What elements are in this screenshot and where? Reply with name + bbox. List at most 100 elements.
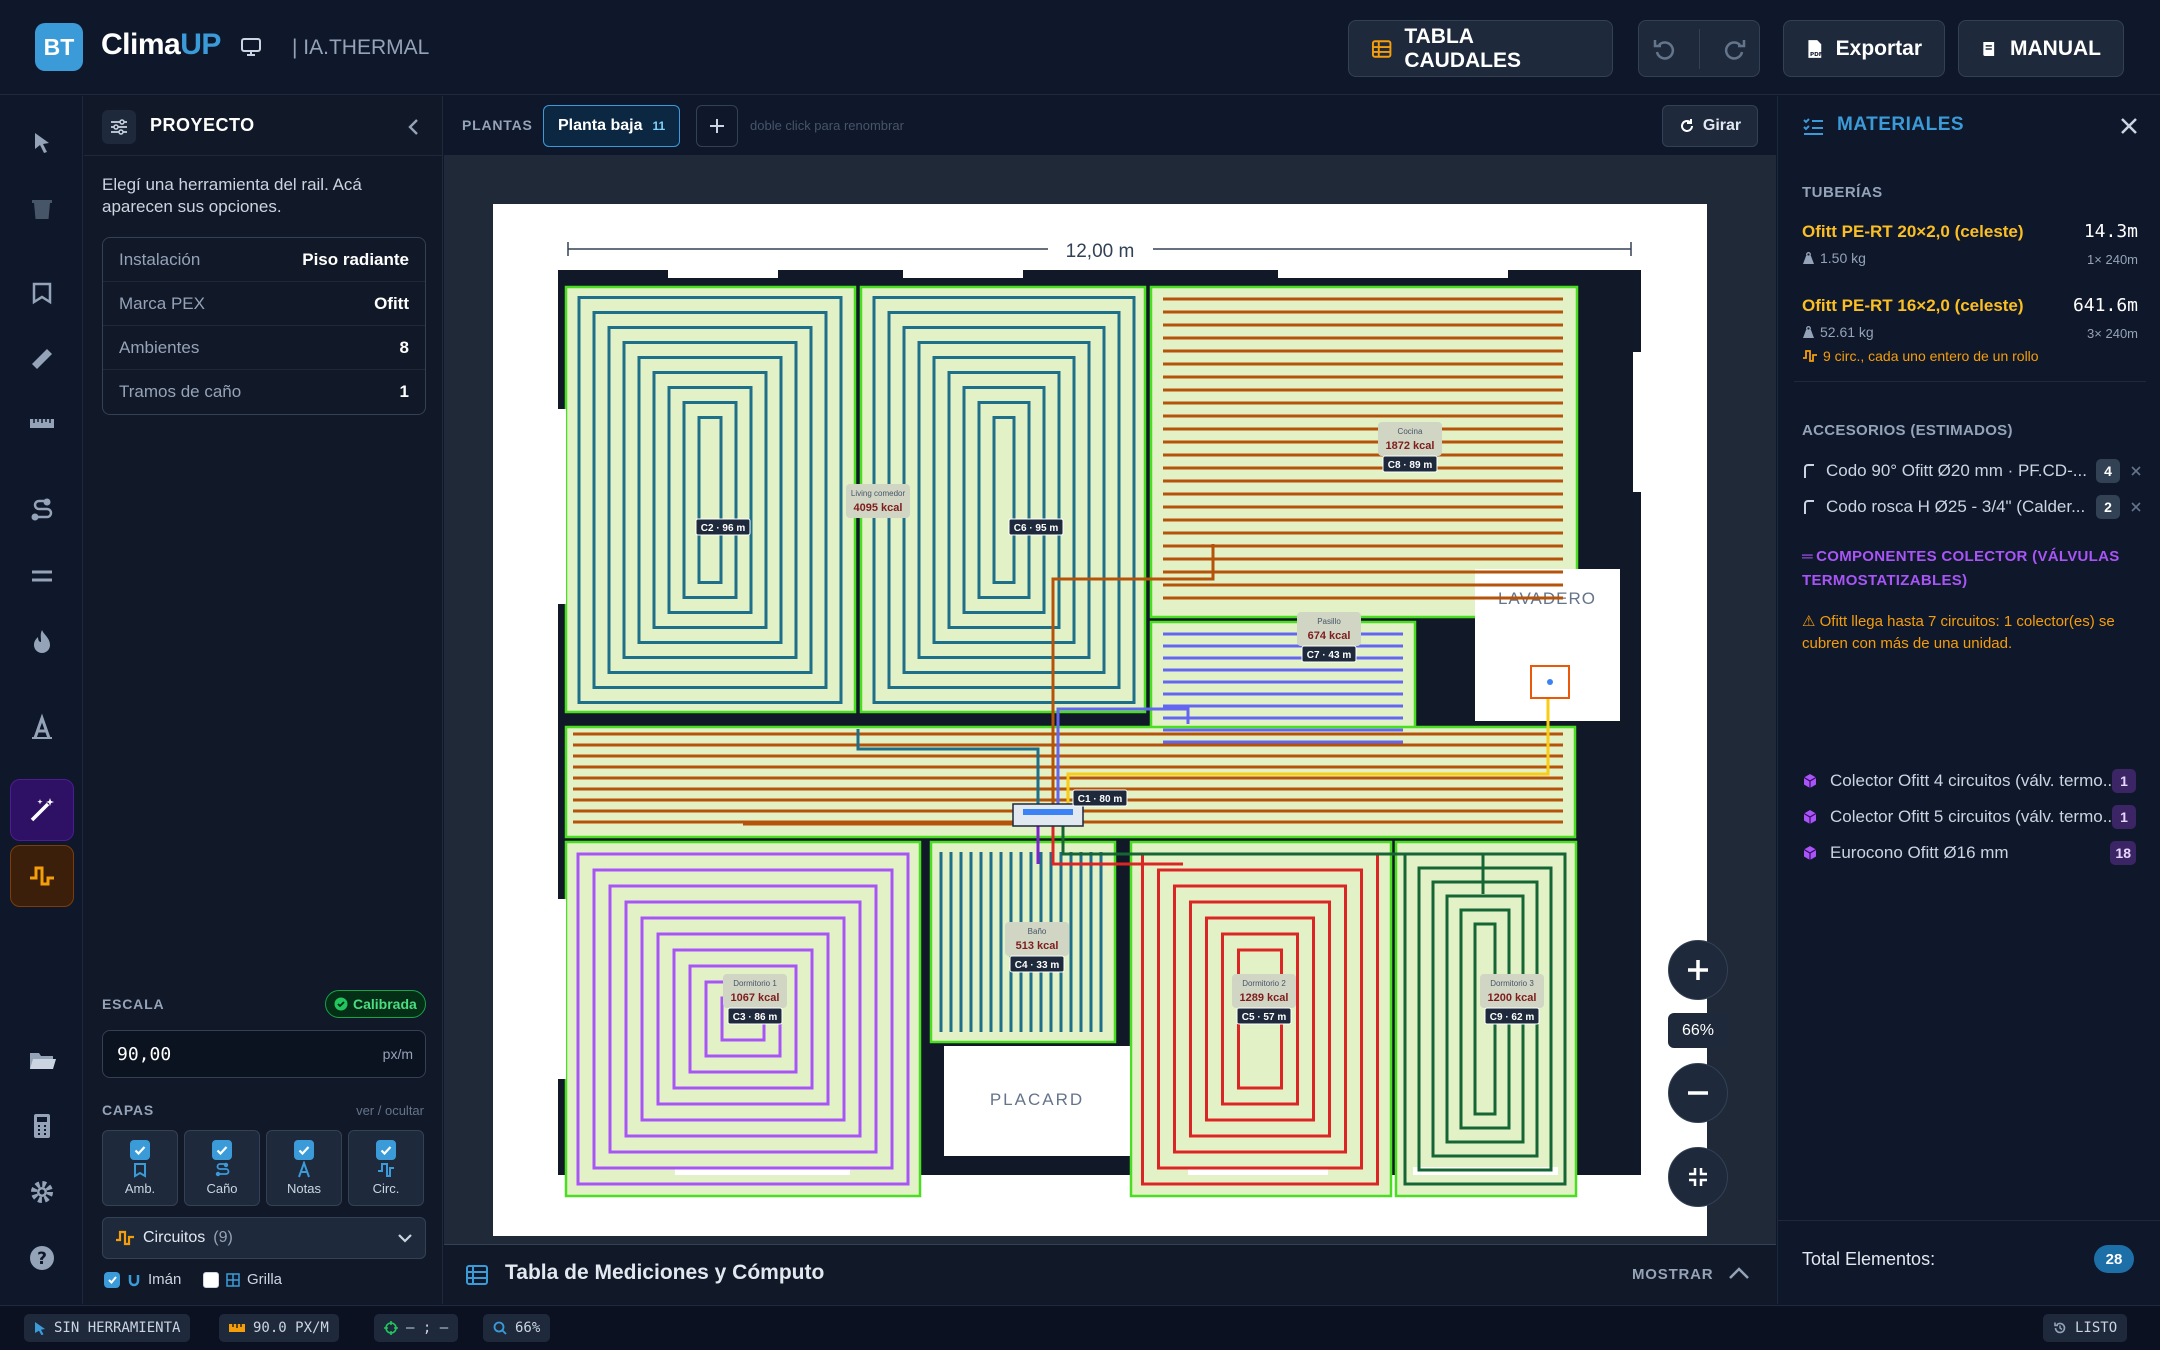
status-zoom: 66% bbox=[483, 1314, 551, 1342]
iman-checkbox[interactable] bbox=[104, 1271, 120, 1288]
room-label[interactable]: Dormitorio 2 1289 kcal C5 · 57 m bbox=[1232, 974, 1296, 1025]
escala-value: 90,00 bbox=[117, 1044, 172, 1065]
logo-text-a: Clima bbox=[101, 28, 181, 61]
pipe-route-tool-button[interactable] bbox=[10, 479, 74, 541]
girar-button[interactable]: Girar bbox=[1662, 105, 1758, 147]
componente-item[interactable]: Eurocono Ofitt Ø16 mm 18 bbox=[1802, 838, 2142, 868]
layer-toggle[interactable]: Amb. bbox=[102, 1130, 178, 1206]
info-label: Tramos de caño bbox=[119, 382, 242, 401]
room-name: Baño bbox=[1028, 927, 1047, 936]
componente-item[interactable]: Colector Ofitt 4 circuitos (válv. termo.… bbox=[1802, 766, 2142, 796]
plan-sheet[interactable]: 12,00 m LAVADERO PLACARD Living comedor … bbox=[493, 204, 1707, 1236]
measure-tool-button[interactable] bbox=[10, 392, 74, 454]
fit-view-button[interactable] bbox=[1668, 1147, 1728, 1207]
floor-plan[interactable]: 12,00 m LAVADERO PLACARD Living comedor4… bbox=[493, 204, 1707, 1236]
layer-label: Amb. bbox=[124, 1181, 156, 1197]
sliders-icon[interactable] bbox=[102, 110, 136, 144]
crosshair-icon bbox=[384, 1321, 398, 1335]
info-value: 8 bbox=[399, 337, 409, 357]
room-label[interactable]: C1 · 80 m bbox=[1072, 789, 1128, 807]
ruler-icon bbox=[229, 1324, 245, 1332]
pipe-name: Ofitt PE-RT 16×2,0 (celeste) bbox=[1802, 296, 2024, 315]
monitor-icon[interactable] bbox=[240, 36, 262, 58]
plus-icon bbox=[1688, 960, 1708, 980]
circuit-wave-icon bbox=[116, 1230, 134, 1246]
layer-checkbox[interactable] bbox=[376, 1139, 396, 1160]
componente-item[interactable]: Colector Ofitt 5 circuitos (válv. termo.… bbox=[1802, 802, 2142, 832]
layer-toggle[interactable]: Circ. bbox=[348, 1130, 424, 1206]
grilla-checkbox[interactable] bbox=[203, 1271, 219, 1288]
room-label[interactable]: Baño 513 kcal C4 · 33 m bbox=[1005, 922, 1069, 973]
remove-icon[interactable] bbox=[2130, 465, 2142, 477]
calculator-button[interactable] bbox=[10, 1095, 74, 1157]
layer-toggle[interactable]: Caño bbox=[184, 1130, 260, 1206]
text-tool-button[interactable] bbox=[10, 697, 74, 759]
heat-tool-button[interactable] bbox=[10, 611, 74, 673]
close-icon[interactable] bbox=[2118, 115, 2140, 137]
accesorio-count: 2 bbox=[2096, 495, 2120, 519]
circuit-wave-icon bbox=[1803, 350, 1817, 362]
circuit-tag: C6 · 95 m bbox=[1014, 523, 1059, 534]
iman-toggle[interactable]: Imán bbox=[104, 1271, 181, 1288]
select-tool-button[interactable] bbox=[10, 112, 74, 174]
componentes-label: COMPONENTES COLECTOR (VÁLVULAS TERMOSTAT… bbox=[1802, 548, 2120, 589]
room-label[interactable]: Dormitorio 3 1200 kcal C9 · 62 m bbox=[1480, 974, 1544, 1025]
ruler-tool-button[interactable] bbox=[10, 328, 74, 390]
layer-checkbox[interactable] bbox=[130, 1139, 150, 1160]
add-planta-button[interactable] bbox=[696, 105, 738, 147]
exportar-label: Exportar bbox=[1835, 36, 1922, 60]
pipe-item-2[interactable]: Ofitt PE-RT 16×2,0 (celeste) 641.6m 52.6… bbox=[1802, 295, 2138, 376]
zoom-in-button[interactable] bbox=[1668, 940, 1728, 1000]
circuit-wave-icon bbox=[30, 866, 54, 886]
chevron-up-icon[interactable] bbox=[1727, 1265, 1751, 1281]
brand-subtitle: | IA.THERMAL bbox=[292, 36, 430, 59]
grilla-toggle[interactable]: Grilla bbox=[203, 1271, 282, 1288]
accesorio-name: Codo rosca H Ø25 - 3/4" (Calder... bbox=[1826, 497, 2086, 516]
redo-icon[interactable] bbox=[1721, 35, 1749, 63]
escala-input[interactable]: 90,00 px/m bbox=[102, 1030, 426, 1078]
panel-hint: Elegí una herramienta del rail. Acá apar… bbox=[102, 175, 362, 216]
layer-checkbox[interactable] bbox=[212, 1139, 232, 1160]
zoom-out-button[interactable] bbox=[1668, 1063, 1728, 1123]
circuit-tag: C8 · 89 m bbox=[1388, 460, 1433, 471]
exportar-button[interactable]: PDF Exportar bbox=[1783, 20, 1945, 77]
accesorio-item[interactable]: Codo 90° Ofitt Ø20 mm · PF.CD-... 4 bbox=[1802, 456, 2142, 486]
room-label[interactable]: Cocina 1872 kcal C8 · 89 m bbox=[1378, 422, 1442, 473]
remove-icon[interactable] bbox=[2130, 501, 2142, 513]
accesorio-item[interactable]: Codo rosca H Ø25 - 3/4" (Calder... 2 bbox=[1802, 492, 2142, 522]
tabla-mediciones-bar[interactable]: Tabla de Mediciones y Cómputo MOSTRAR bbox=[444, 1244, 1776, 1304]
mostrar-label[interactable]: MOSTRAR bbox=[1632, 1266, 1713, 1283]
undo-icon[interactable] bbox=[1650, 35, 1678, 63]
project-info-card: Instalación Piso radiante Marca PEX Ofitt Am… bbox=[102, 237, 426, 415]
tabla-caudales-button[interactable]: TABLA CAUDALES bbox=[1348, 20, 1613, 77]
room-label[interactable]: Living comedor 4095 kcal bbox=[846, 484, 910, 518]
equals-tool-button[interactable] bbox=[10, 545, 74, 607]
ver-ocultar-label: ver / ocultar bbox=[356, 1103, 424, 1118]
cube-icon bbox=[1803, 810, 1817, 824]
table-icon bbox=[466, 1265, 488, 1285]
circuit-tool-button[interactable] bbox=[10, 845, 74, 907]
collapse-chevron-icon[interactable] bbox=[404, 116, 424, 138]
pipe-item-1[interactable]: Ofitt PE-RT 20×2,0 (celeste) 14.3m 1.50 … bbox=[1802, 221, 2138, 282]
ai-wand-button[interactable] bbox=[10, 779, 74, 841]
room-label[interactable]: C6 · 95 m bbox=[1008, 518, 1064, 536]
circuitos-select[interactable]: Circuitos (9) bbox=[102, 1217, 426, 1259]
tab-planta-baja[interactable]: Planta baja 11 bbox=[543, 105, 681, 147]
manual-button[interactable]: MANUAL bbox=[1958, 20, 2124, 77]
layer-checkbox[interactable] bbox=[294, 1139, 314, 1160]
room-tool-button[interactable] bbox=[10, 262, 74, 324]
help-button[interactable]: ? bbox=[10, 1227, 74, 1289]
room-name: Living comedor bbox=[851, 489, 906, 498]
info-label: Marca PEX bbox=[119, 293, 205, 313]
circuit-tag: C9 · 62 m bbox=[1490, 1012, 1535, 1023]
capas-label: CAPAS bbox=[102, 1102, 154, 1118]
room-label[interactable]: Pasillo 674 kcal C7 · 43 m bbox=[1297, 612, 1361, 663]
room-label[interactable]: Dormitorio 1 1067 kcal C3 · 86 m bbox=[723, 974, 787, 1025]
rotate-icon bbox=[1680, 119, 1693, 132]
layer-toggle[interactable]: Notas bbox=[266, 1130, 342, 1206]
tuberias-label: TUBERÍAS bbox=[1802, 184, 1883, 201]
settings-button[interactable] bbox=[10, 1161, 74, 1223]
delete-tool-button[interactable] bbox=[10, 178, 74, 240]
room-label[interactable]: C2 · 96 m bbox=[695, 518, 751, 536]
open-folder-button[interactable] bbox=[10, 1029, 74, 1091]
